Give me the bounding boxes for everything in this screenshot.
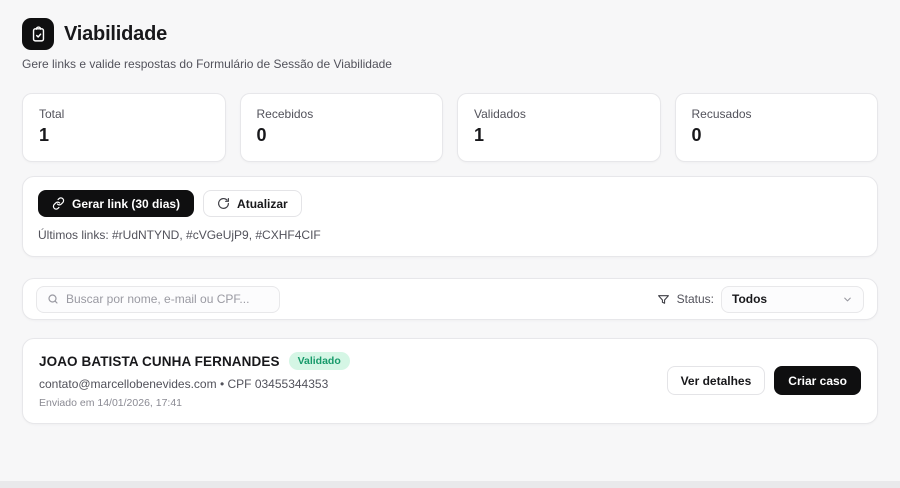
window-bottom-edge: [0, 481, 900, 488]
stat-label: Validados: [474, 107, 644, 121]
contact-line: contato@marcellobenevides.com • CPF 0345…: [39, 377, 350, 391]
funnel-icon: [657, 293, 670, 306]
generate-link-button[interactable]: Gerar link (30 dias): [38, 190, 194, 217]
page-subtitle: Gere links e valide respostas do Formulá…: [22, 57, 878, 71]
clipboard-check-icon: [22, 18, 54, 50]
page-header: Viabilidade: [22, 18, 878, 50]
separator-dot: •: [220, 377, 224, 391]
generate-link-label: Gerar link (30 dias): [72, 197, 180, 211]
page-title: Viabilidade: [64, 23, 167, 46]
status-filter-group: Status: Todos: [657, 286, 864, 313]
search-filter-card: Status: Todos: [22, 278, 878, 320]
stat-label: Recebidos: [257, 107, 427, 121]
stat-card-recusados: Recusados 0: [675, 93, 879, 162]
status-badge: Validado: [289, 352, 350, 370]
search-input[interactable]: [66, 292, 269, 306]
stat-value: 0: [692, 125, 862, 146]
status-select-value: Todos: [732, 292, 767, 306]
link-toolbar-card: Gerar link (30 dias) Atualizar Últimos l…: [22, 176, 878, 257]
link-icon: [52, 197, 65, 210]
stats-row: Total 1 Recebidos 0 Validados 1 Recusado…: [22, 93, 878, 162]
create-case-button[interactable]: Criar caso: [774, 366, 861, 395]
status-filter-label: Status:: [677, 292, 714, 306]
stat-value: 1: [39, 125, 209, 146]
refresh-button[interactable]: Atualizar: [203, 190, 302, 217]
search-icon: [47, 293, 59, 305]
stat-value: 1: [474, 125, 644, 146]
sent-timestamp: Enviado em 14/01/2026, 17:41: [39, 397, 350, 409]
submission-row: JOAO BATISTA CUNHA FERNANDES Validado co…: [22, 338, 878, 424]
stat-label: Recusados: [692, 107, 862, 121]
stat-value: 0: [257, 125, 427, 146]
search-box[interactable]: [36, 286, 280, 313]
stat-label: Total: [39, 107, 209, 121]
last-links-text: Últimos links: #rUdNTYND, #cVGeUjP9, #CX…: [38, 228, 862, 242]
stat-card-recebidos: Recebidos 0: [240, 93, 444, 162]
viability-page: Viabilidade Gere links e valide resposta…: [0, 0, 900, 424]
person-cpf: CPF 03455344353: [228, 377, 329, 391]
refresh-label: Atualizar: [237, 197, 288, 211]
row-actions: Ver detalhes Criar caso: [667, 366, 861, 395]
person-name: JOAO BATISTA CUNHA FERNANDES: [39, 354, 280, 369]
stat-card-validados: Validados 1: [457, 93, 661, 162]
person-email: contato@marcellobenevides.com: [39, 377, 217, 391]
submission-info: JOAO BATISTA CUNHA FERNANDES Validado co…: [39, 352, 350, 409]
status-select[interactable]: Todos: [721, 286, 864, 313]
chevron-down-icon: [842, 294, 853, 305]
view-details-button[interactable]: Ver detalhes: [667, 366, 766, 395]
stat-card-total: Total 1: [22, 93, 226, 162]
refresh-icon: [217, 197, 230, 210]
